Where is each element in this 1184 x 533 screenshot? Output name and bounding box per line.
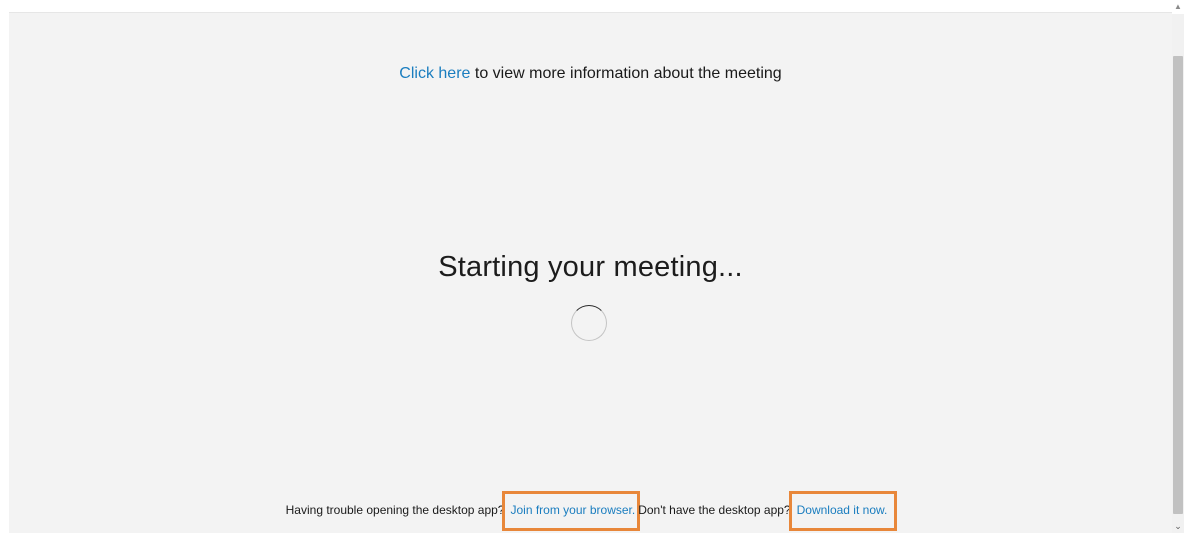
starting-meeting-heading: Starting your meeting...	[438, 251, 743, 283]
trouble-text: Having trouble opening the desktop app?	[285, 503, 505, 517]
join-browser-highlight: Join from your browser.	[502, 491, 641, 531]
left-edge	[0, 12, 9, 533]
meeting-info-text: to view more information about the meeti…	[470, 65, 782, 82]
scroll-thumb[interactable]	[1173, 56, 1183, 514]
chevron-down-icon[interactable]: ⌄	[1172, 519, 1184, 533]
download-highlight: Download it now.	[788, 491, 898, 531]
meeting-launch-page: Click here to view more information abou…	[9, 12, 1172, 533]
no-app-text: Don't have the desktop app?	[638, 503, 791, 517]
top-strip	[0, 0, 1172, 12]
join-from-browser-link[interactable]: Join from your browser.	[510, 503, 635, 517]
click-here-link[interactable]: Click here	[399, 65, 470, 82]
loading-spinner-icon	[571, 305, 607, 341]
footer-help-line: Having trouble opening the desktop app? J…	[9, 491, 1172, 531]
download-it-now-link[interactable]: Download it now.	[797, 503, 888, 517]
chevron-up-icon[interactable]: ▲	[1172, 0, 1184, 14]
meeting-info-line: Click here to view more information abou…	[9, 65, 1172, 83]
vertical-scrollbar[interactable]: ▲ ⌄	[1172, 0, 1184, 533]
